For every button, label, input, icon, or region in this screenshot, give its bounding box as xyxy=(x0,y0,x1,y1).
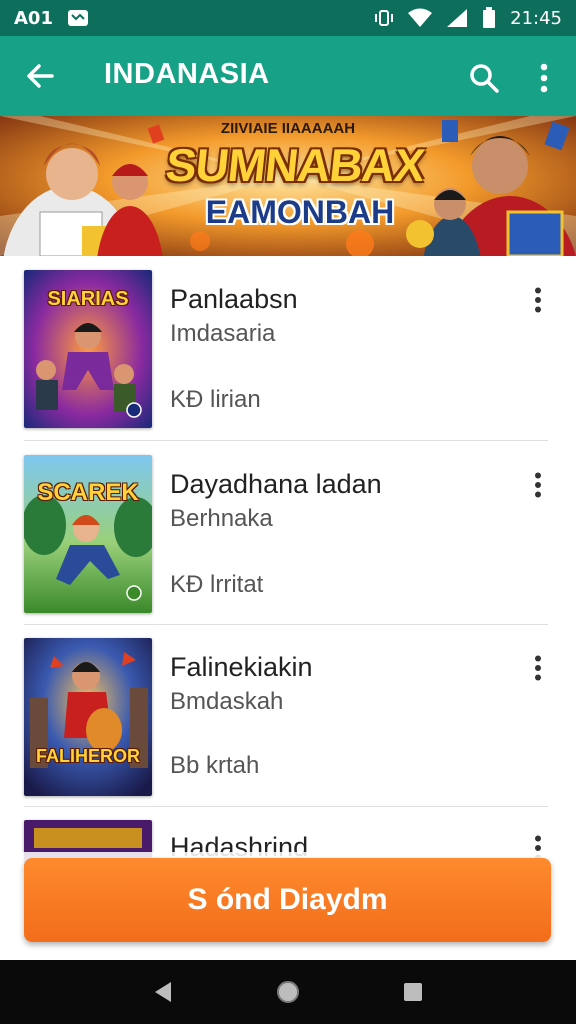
game-thumbnail: SIARIAS xyxy=(24,270,152,428)
game-thumbnail: SCAREK xyxy=(24,455,152,613)
game-thumbnail: FALIHEROR xyxy=(24,638,152,796)
promo-banner[interactable]: ZIIVIAIE IIAAAAAH SUMNABAX EAMONBAH xyxy=(0,116,576,256)
back-arrow-icon xyxy=(27,64,54,88)
item-more-button[interactable] xyxy=(522,465,554,505)
list-divider xyxy=(24,806,548,807)
item-subtitle: Imdasaria xyxy=(170,320,276,347)
item-subtitle: Bmdaskah xyxy=(170,688,284,715)
item-meta: Bb krtah xyxy=(170,752,260,779)
more-vert-icon xyxy=(540,63,548,93)
status-bar: A01 21:45 xyxy=(0,0,576,36)
back-triangle-icon xyxy=(154,982,171,1002)
thumbnail-title: SIARIAS xyxy=(47,288,129,310)
status-carrier-text: A01 xyxy=(14,7,53,29)
more-vert-icon xyxy=(535,472,541,498)
system-nav-bar xyxy=(0,960,576,1024)
status-time: 21:45 xyxy=(510,7,562,29)
more-vert-icon xyxy=(535,287,541,313)
banner-subheadline: EAMONBAH xyxy=(205,194,395,230)
nav-recents-button[interactable] xyxy=(389,968,437,1016)
more-vert-icon xyxy=(535,655,541,681)
nav-back-button[interactable] xyxy=(139,968,187,1016)
search-icon xyxy=(470,64,499,93)
item-meta: KĐ lrritat xyxy=(170,571,264,598)
overflow-menu-button[interactable] xyxy=(522,56,566,100)
app-title: INDANASIA xyxy=(104,58,270,90)
list-item[interactable]: FALIHEROR Falinekiakin Bmdaskah Bb krtah xyxy=(0,624,576,808)
back-button[interactable] xyxy=(20,56,60,96)
thumbnail-title: FALIHEROR xyxy=(35,746,140,766)
item-title: Dayadhana ladan xyxy=(170,469,382,499)
nav-home-button[interactable] xyxy=(264,968,312,1016)
vibrate-icon xyxy=(374,8,394,28)
message-icon xyxy=(67,9,89,27)
item-subtitle: Berhnaka xyxy=(170,505,273,532)
list-item[interactable]: SIARIAS Panlaabsn Imdasaria KĐ lirian xyxy=(0,256,576,441)
item-more-button[interactable] xyxy=(522,648,554,688)
thumbnail-title: SCAREK xyxy=(37,479,139,506)
signal-icon xyxy=(446,8,468,28)
app-bar: INDANASIA xyxy=(0,36,576,116)
wifi-icon xyxy=(408,8,433,28)
item-meta: KĐ lirian xyxy=(170,386,261,413)
battery-icon xyxy=(482,7,496,29)
item-more-button[interactable] xyxy=(522,280,554,320)
search-button[interactable] xyxy=(462,56,506,100)
primary-cta-button[interactable]: S ónd Diaydm xyxy=(24,858,551,942)
home-circle-icon xyxy=(276,981,299,1003)
banner-headline: SUMNABAX xyxy=(163,139,427,191)
item-title: Falinekiakin xyxy=(170,652,313,682)
item-title: Panlaabsn xyxy=(170,284,298,314)
list-item[interactable]: SCAREK Dayadhana ladan Berhnaka KĐ lrrit… xyxy=(0,441,576,625)
banner-kicker-text: ZIIVIAIE IIAAAAAH xyxy=(220,120,356,137)
recents-square-icon xyxy=(404,983,423,1001)
